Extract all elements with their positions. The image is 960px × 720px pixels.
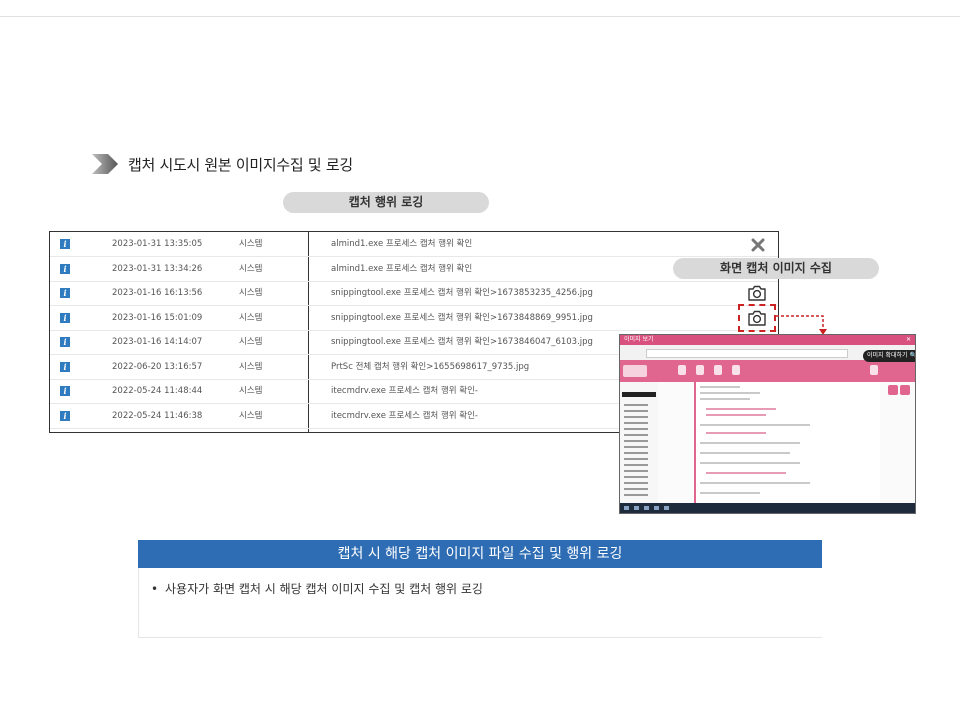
log-message: snippingtool.exe 프로세스 캡처 행위 확인>167384604… <box>331 337 593 347</box>
log-message: almind1.exe 프로세스 캡처 행위 확인 <box>331 263 473 274</box>
log-date: 2023-01-31 13:34:26 <box>112 263 203 274</box>
log-date: 2022-06-20 13:16:57 <box>112 361 203 372</box>
info-icon: i <box>60 312 70 323</box>
summary-body: • 사용자가 화면 캡처 시 해당 캡처 이미지 수집 및 캡처 행위 로깅 <box>138 568 822 638</box>
summary-title: 캡처 시 해당 캡처 이미지 파일 수집 및 행위 로깅 <box>138 540 822 568</box>
log-row[interactable]: i 2023-01-31 13:35:05 시스템 almind1.exe 프로세스 … <box>50 232 778 257</box>
log-message: snippingtool.exe 프로세스 캡처 행위 확인>167384886… <box>331 312 593 323</box>
summary-item: • 사용자가 화면 캡처 시 해당 캡처 이미지 수집 및 캡처 행위 로깅 <box>151 580 483 597</box>
log-actor: 시스템 <box>239 239 263 249</box>
preview-middle-panel <box>658 382 696 503</box>
info-icon: i <box>60 386 70 396</box>
preview-right-panel <box>880 382 915 503</box>
magnifier-icon: 🔍 <box>909 352 915 359</box>
close-icon[interactable] <box>751 237 771 255</box>
log-message: almind1.exe 프로세스 캡처 행위 확인 <box>331 239 473 249</box>
log-row[interactable]: i 2023-01-16 16:13:56 시스템 snippingtool.exe … <box>50 281 778 306</box>
log-date: 2022-05-24 11:46:38 <box>112 410 203 421</box>
preview-app-header <box>620 360 915 382</box>
logging-pill-label: 캡처 행위 로깅 <box>283 192 489 213</box>
info-icon: i <box>60 361 70 372</box>
zoom-image-button[interactable]: 이미지 확대하기 🔍 <box>863 350 915 362</box>
log-actor: 시스템 <box>239 337 263 347</box>
camera-highlight-box <box>738 304 776 332</box>
log-row[interactable]: i 2023-01-31 13:34:26 시스템 almind1.exe 프로세스 … <box>50 257 778 282</box>
log-actor: 시스템 <box>239 263 263 274</box>
preview-taskbar <box>620 503 915 513</box>
log-actor: 시스템 <box>239 386 263 396</box>
log-date: 2022-05-24 11:48:44 <box>112 386 203 396</box>
log-date: 2023-01-16 15:01:09 <box>112 312 203 323</box>
captured-screenshot-preview[interactable]: 이미지 보기 ✕ 이미지 확대하기 🔍 <box>619 334 916 514</box>
bullet-icon: • <box>151 582 159 596</box>
info-icon: i <box>60 337 70 347</box>
log-date: 2023-01-16 14:14:07 <box>112 337 203 347</box>
preview-sidebar <box>620 382 659 503</box>
section-title: 캡처 시도시 원본 이미지수집 및 로깅 <box>128 155 353 174</box>
top-divider <box>0 16 960 17</box>
capture-pill-label: 화면 캡처 이미지 수집 <box>673 258 879 279</box>
section-heading: 캡처 시도시 원본 이미지수집 및 로깅 <box>92 152 353 176</box>
info-icon: i <box>60 410 70 421</box>
log-actor: 시스템 <box>239 288 263 298</box>
preview-titlebar: 이미지 보기 ✕ <box>620 335 915 345</box>
log-row[interactable]: i 2023-01-16 15:01:09 시스템 snippingtool.exe … <box>50 306 778 331</box>
log-date: 2023-01-31 13:35:05 <box>112 239 203 249</box>
zoom-button-label: 이미지 확대하기 <box>867 352 908 359</box>
close-icon[interactable]: ✕ <box>906 335 911 345</box>
info-icon: i <box>60 239 70 249</box>
log-message: PrtSc 전체 캡처 행위 확인>1655698617_9735.jpg <box>331 361 530 372</box>
log-message: itecmdrv.exe 프로세스 캡처 행위 확인- <box>331 386 478 396</box>
summary-item-text: 사용자가 화면 캡처 시 해당 캡처 이미지 수집 및 캡처 행위 로깅 <box>165 582 483 596</box>
log-actor: 시스템 <box>239 312 263 323</box>
log-date: 2023-01-16 16:13:56 <box>112 288 203 298</box>
preview-window-title: 이미지 보기 <box>624 336 654 343</box>
log-actor: 시스템 <box>239 410 263 421</box>
log-message: itecmdrv.exe 프로세스 캡처 행위 확인- <box>331 410 478 421</box>
preview-main-panel <box>696 382 876 503</box>
log-message: snippingtool.exe 프로세스 캡처 행위 확인>167385323… <box>331 288 593 298</box>
log-actor: 시스템 <box>239 361 263 372</box>
info-icon: i <box>60 288 70 298</box>
chevron-arrow-icon <box>92 154 118 174</box>
info-icon: i <box>60 263 70 274</box>
camera-icon[interactable] <box>747 284 767 302</box>
